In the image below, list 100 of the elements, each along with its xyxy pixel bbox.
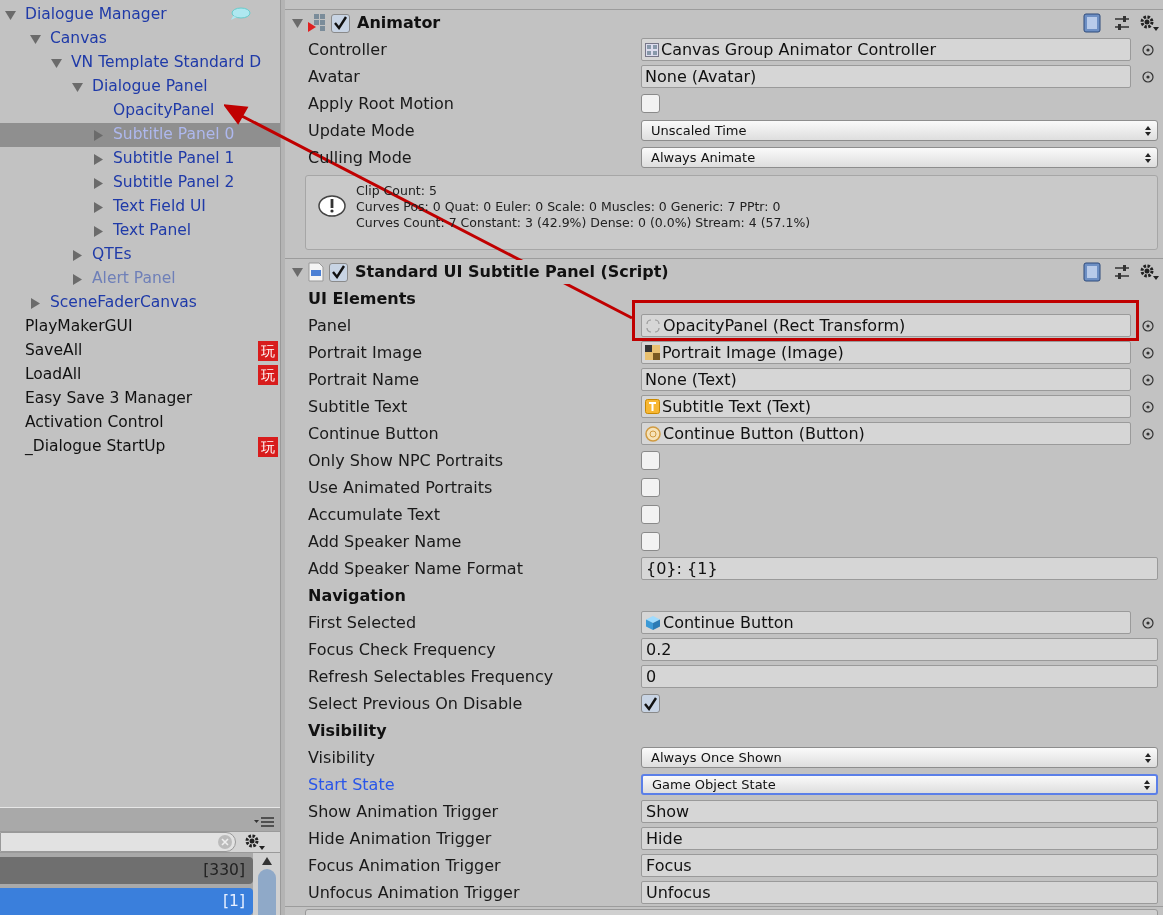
foldout-arrow-icon[interactable] [93, 177, 104, 189]
panel-menu-icon[interactable] [254, 817, 274, 827]
object-name: Text Panel [113, 220, 192, 242]
checkbox[interactable] [641, 451, 660, 470]
scroll-up-icon[interactable] [261, 857, 272, 865]
checkbox[interactable] [329, 262, 348, 282]
dropdown[interactable]: Always Animate [641, 147, 1158, 168]
foldout-arrow-icon[interactable] [292, 17, 303, 29]
object-field[interactable]: Continue Button [641, 611, 1131, 634]
script-badge: 玩 [258, 341, 278, 361]
stepper-icon [1144, 779, 1150, 790]
list-row[interactable]: [1] [0, 888, 253, 915]
hierarchy-row[interactable]: SaveAll 玩 [0, 339, 280, 363]
text-field[interactable]: Hide [641, 827, 1158, 850]
object-field[interactable]: Canvas Group Animator Controller [641, 38, 1131, 61]
animator-icon [307, 13, 327, 33]
hierarchy-row[interactable]: LoadAll 玩 [0, 363, 280, 387]
help-book-icon[interactable] [1083, 262, 1101, 282]
checkbox[interactable] [641, 478, 660, 497]
hierarchy-row[interactable]: SceneFaderCanvas [0, 291, 280, 315]
check-icon [333, 16, 348, 30]
field-label: Show Animation Trigger [308, 801, 499, 821]
object-picker-icon[interactable] [1142, 616, 1154, 629]
field-label: Panel [308, 315, 352, 335]
object-picker-icon[interactable] [1142, 319, 1154, 332]
object-picker-icon[interactable] [1142, 70, 1154, 83]
info-text: Clip Count: 5 [356, 182, 438, 199]
object-name: Subtitle Panel 0 [113, 124, 235, 146]
hierarchy-row[interactable]: Activation Control [0, 411, 280, 435]
object-field[interactable]: OpacityPanel (Rect Transform) [641, 314, 1131, 337]
hierarchy-row[interactable]: _Dialogue StartUp 玩 [0, 435, 280, 459]
text-field[interactable]: 0 [641, 665, 1158, 688]
component-title: Standard UI Subtitle Panel (Script) [355, 260, 669, 284]
foldout-arrow-icon[interactable] [30, 297, 41, 309]
object-picker-icon[interactable] [1142, 346, 1154, 359]
gear-icon[interactable] [244, 833, 266, 851]
foldout-arrow-icon[interactable] [5, 9, 16, 21]
hierarchy-row[interactable]: OpacityPanel [0, 99, 280, 123]
dropdown[interactable]: Unscaled Time [641, 120, 1158, 141]
object-name: LoadAll [25, 364, 82, 386]
hierarchy-row[interactable]: Subtitle Panel 1 [0, 147, 280, 171]
search-field[interactable] [0, 832, 236, 852]
foldout-arrow-icon[interactable] [93, 153, 104, 165]
hierarchy-row[interactable]: VN Template Standard D [0, 51, 280, 75]
field-label: Add Speaker Name [308, 531, 462, 551]
hierarchy-row[interactable]: PlayMakerGUI [0, 315, 280, 339]
foldout-arrow-icon[interactable] [292, 266, 303, 278]
stepper-icon [1145, 125, 1151, 136]
checkbox[interactable] [331, 13, 350, 33]
text-field[interactable]: Unfocus [641, 881, 1158, 904]
hierarchy-row[interactable]: Canvas [0, 27, 280, 51]
hierarchy-row[interactable]: QTEs [0, 243, 280, 267]
field-label: Select Previous On Disable [308, 693, 523, 713]
checkbox[interactable] [641, 94, 660, 113]
text-field[interactable]: 0.2 [641, 638, 1158, 661]
object-name: Canvas [50, 28, 107, 50]
dropdown[interactable]: Game Object State [641, 774, 1158, 795]
foldout-arrow-icon[interactable] [30, 33, 41, 45]
gear-icon[interactable] [1139, 263, 1159, 281]
hierarchy-row[interactable]: Dialogue Panel [0, 75, 280, 99]
foldout-arrow-icon[interactable] [72, 81, 83, 93]
sliders-icon[interactable] [1113, 14, 1131, 32]
object-name: Subtitle Panel 2 [113, 172, 235, 194]
text-field[interactable]: Focus [641, 854, 1158, 877]
foldout-arrow-icon[interactable] [93, 225, 104, 237]
hierarchy-row[interactable]: Text Field UI [0, 195, 280, 219]
gear-icon[interactable] [1139, 14, 1159, 32]
checkbox[interactable] [641, 505, 660, 524]
hierarchy-row[interactable]: Subtitle Panel 2 [0, 171, 280, 195]
hierarchy-row[interactable]: Easy Save 3 Manager [0, 387, 280, 411]
text-field[interactable]: Show [641, 800, 1158, 823]
object-picker-icon[interactable] [1142, 427, 1154, 440]
text-field[interactable]: {0}: {1} [641, 557, 1158, 580]
field-label: Controller [308, 39, 387, 59]
object-field[interactable]: None (Avatar) [641, 65, 1131, 88]
checkbox[interactable] [641, 694, 660, 713]
help-book-icon[interactable] [1083, 13, 1101, 33]
checkbox[interactable] [641, 532, 660, 551]
object-name: Activation Control [25, 412, 164, 434]
object-field[interactable]: None (Text) [641, 368, 1131, 391]
dropdown[interactable]: Always Once Shown [641, 747, 1158, 768]
scrollbar[interactable] [253, 853, 280, 915]
object-name: Text Field UI [113, 196, 206, 218]
object-field[interactable]: Portrait Image (Image) [641, 341, 1131, 364]
object-field[interactable]: Continue Button (Button) [641, 422, 1131, 445]
object-picker-icon[interactable] [1142, 373, 1154, 386]
field-label: Continue Button [308, 423, 439, 443]
field-label: Visibility [308, 747, 376, 767]
object-picker-icon[interactable] [1142, 43, 1154, 56]
foldout-arrow-icon[interactable] [93, 201, 104, 213]
hierarchy-row[interactable]: Dialogue Manager [0, 3, 280, 27]
foldout-arrow-icon[interactable] [72, 273, 83, 285]
foldout-arrow-icon[interactable] [72, 249, 83, 261]
object-field[interactable]: Subtitle Text (Text) [641, 395, 1131, 418]
foldout-arrow-icon[interactable] [51, 57, 62, 69]
sliders-icon[interactable] [1113, 263, 1131, 281]
object-picker-icon[interactable] [1142, 400, 1154, 413]
text-icon [645, 399, 660, 414]
script-badge: 玩 [258, 437, 278, 457]
hierarchy-row[interactable]: Text Panel [0, 219, 280, 243]
